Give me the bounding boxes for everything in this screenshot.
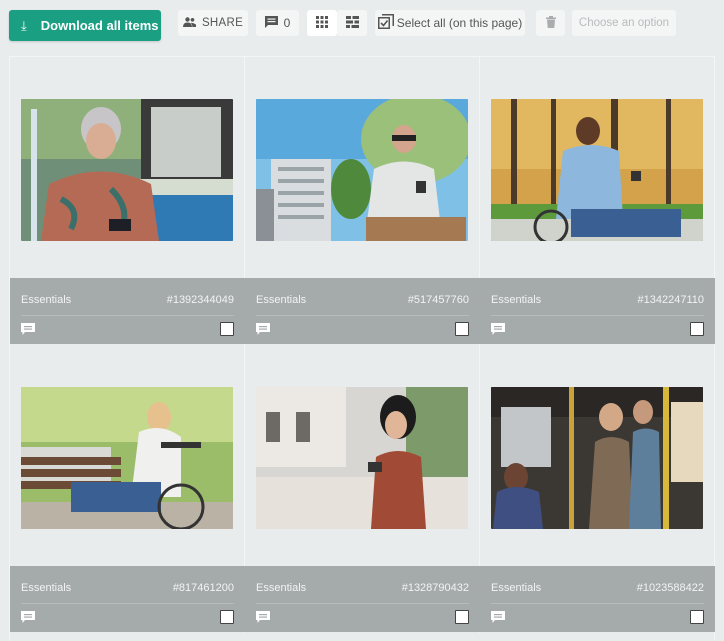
item-card[interactable]: Essentials #817461200 bbox=[10, 345, 245, 633]
masonry-view-button[interactable] bbox=[337, 10, 367, 36]
share-label: SHARE bbox=[201, 17, 244, 29]
download-all-label: Download all items bbox=[40, 18, 159, 33]
share-button[interactable]: SHARE bbox=[178, 10, 248, 36]
item-id: #517457760 bbox=[407, 294, 469, 306]
item-photo[interactable] bbox=[491, 387, 703, 529]
people-icon bbox=[182, 16, 196, 30]
item-id: #1023588422 bbox=[636, 582, 704, 594]
item-info: Essentials #1392344049 bbox=[10, 278, 245, 344]
item-info: Essentials #817461200 bbox=[10, 566, 245, 632]
item-info: Essentials #517457760 bbox=[245, 278, 480, 344]
action-select-placeholder: Choose an option bbox=[578, 17, 670, 29]
divider bbox=[491, 603, 704, 604]
item-card[interactable]: Essentials #517457760 bbox=[245, 57, 480, 345]
divider bbox=[21, 315, 234, 316]
item-id: #1342247110 bbox=[637, 294, 704, 306]
item-info: Essentials #1342247110 bbox=[480, 278, 715, 344]
comments-count: 0 bbox=[283, 16, 291, 30]
item-collection: Essentials bbox=[491, 294, 542, 306]
divider bbox=[256, 603, 469, 604]
download-arrow-icon: ⤓ bbox=[21, 17, 27, 33]
item-info: Essentials #1023588422 bbox=[480, 566, 715, 632]
comment-icon[interactable] bbox=[21, 322, 35, 335]
items-grid: Essentials #1392344049 Essentials #51745… bbox=[9, 56, 715, 641]
select-all-checkbox-icon bbox=[377, 14, 394, 32]
item-photo[interactable] bbox=[21, 387, 233, 529]
delete-button[interactable] bbox=[536, 10, 565, 36]
item-photo[interactable] bbox=[491, 99, 703, 241]
item-id: #1328790432 bbox=[401, 582, 469, 594]
comment-icon[interactable] bbox=[491, 610, 505, 623]
item-checkbox[interactable] bbox=[455, 610, 469, 624]
item-card[interactable]: Essentials #1328790432 bbox=[245, 345, 480, 633]
divider bbox=[21, 603, 234, 604]
item-collection: Essentials bbox=[491, 582, 542, 594]
item-id: #817461200 bbox=[172, 582, 234, 594]
item-checkbox[interactable] bbox=[455, 322, 469, 336]
comments-button[interactable]: 0 bbox=[256, 10, 299, 36]
item-id: #1392344049 bbox=[166, 294, 234, 306]
trash-icon bbox=[545, 15, 556, 31]
item-collection: Essentials bbox=[21, 582, 72, 594]
toolbar: ⤓ Download all items SHARE 0 Select all … bbox=[0, 0, 724, 50]
item-info: Essentials #1328790432 bbox=[245, 566, 480, 632]
item-collection: Essentials bbox=[256, 294, 307, 306]
masonry-view-icon bbox=[345, 15, 359, 31]
item-photo[interactable] bbox=[21, 99, 233, 241]
select-all-button[interactable]: Select all (on this page) bbox=[375, 10, 525, 36]
item-photo[interactable] bbox=[256, 99, 468, 241]
divider bbox=[491, 315, 704, 316]
grid-view-icon bbox=[316, 15, 328, 31]
download-all-button[interactable]: ⤓ Download all items bbox=[9, 10, 161, 41]
item-collection: Essentials bbox=[256, 582, 307, 594]
comment-icon[interactable] bbox=[21, 610, 35, 623]
item-checkbox[interactable] bbox=[690, 610, 704, 624]
item-card[interactable]: Essentials #1392344049 bbox=[10, 57, 245, 345]
comment-icon[interactable] bbox=[491, 322, 505, 335]
item-card[interactable]: Essentials #1342247110 bbox=[480, 57, 715, 345]
item-photo[interactable] bbox=[256, 387, 468, 529]
comment-icon bbox=[264, 15, 278, 31]
select-all-label: Select all (on this page) bbox=[396, 16, 523, 30]
item-card[interactable]: Essentials #1023588422 bbox=[480, 345, 715, 633]
item-collection: Essentials bbox=[21, 294, 72, 306]
action-select[interactable]: Choose an option bbox=[572, 10, 676, 36]
comment-icon[interactable] bbox=[256, 322, 270, 335]
item-checkbox[interactable] bbox=[690, 322, 704, 336]
item-checkbox[interactable] bbox=[220, 322, 234, 336]
divider bbox=[256, 315, 469, 316]
comment-icon[interactable] bbox=[256, 610, 270, 623]
item-checkbox[interactable] bbox=[220, 610, 234, 624]
grid-view-button[interactable] bbox=[307, 10, 337, 36]
